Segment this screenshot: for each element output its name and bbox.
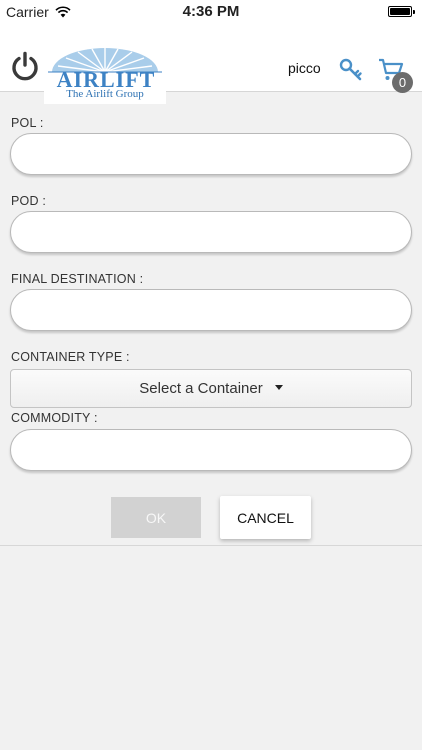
airlift-logo: AIRLIFT The Airlift Group xyxy=(44,48,166,104)
cancel-button[interactable]: CANCEL xyxy=(220,496,311,539)
commodity-input[interactable] xyxy=(10,429,412,471)
pod-input[interactable] xyxy=(10,211,412,253)
chevron-down-icon xyxy=(274,385,283,390)
power-icon[interactable] xyxy=(9,50,41,82)
pol-label: POL : xyxy=(11,116,44,130)
container-select-value: Select a Container xyxy=(139,380,263,397)
commodity-label: COMMODITY : xyxy=(11,411,98,425)
cart-count-badge: 0 xyxy=(392,72,413,93)
pol-input[interactable] xyxy=(10,133,412,175)
final-destination-label: FINAL DESTINATION : xyxy=(11,272,144,286)
key-icon[interactable] xyxy=(339,58,363,82)
status-bar: Carrier 4:36 PM xyxy=(0,0,422,24)
pod-label: POD : xyxy=(11,194,47,208)
final-destination-input[interactable] xyxy=(10,289,412,331)
app-header: AIRLIFT The Airlift Group picco 0 xyxy=(0,24,422,104)
status-time: 4:36 PM xyxy=(182,3,240,20)
container-type-label: CONTAINER TYPE : xyxy=(11,350,130,364)
battery-icon xyxy=(388,6,415,17)
ok-button[interactable]: OK xyxy=(111,497,201,538)
container-type-select[interactable]: Select a Container xyxy=(10,369,412,408)
divider xyxy=(0,545,422,546)
username-label: picco xyxy=(288,60,321,76)
logo-subtitle: The Airlift Group xyxy=(66,88,144,100)
